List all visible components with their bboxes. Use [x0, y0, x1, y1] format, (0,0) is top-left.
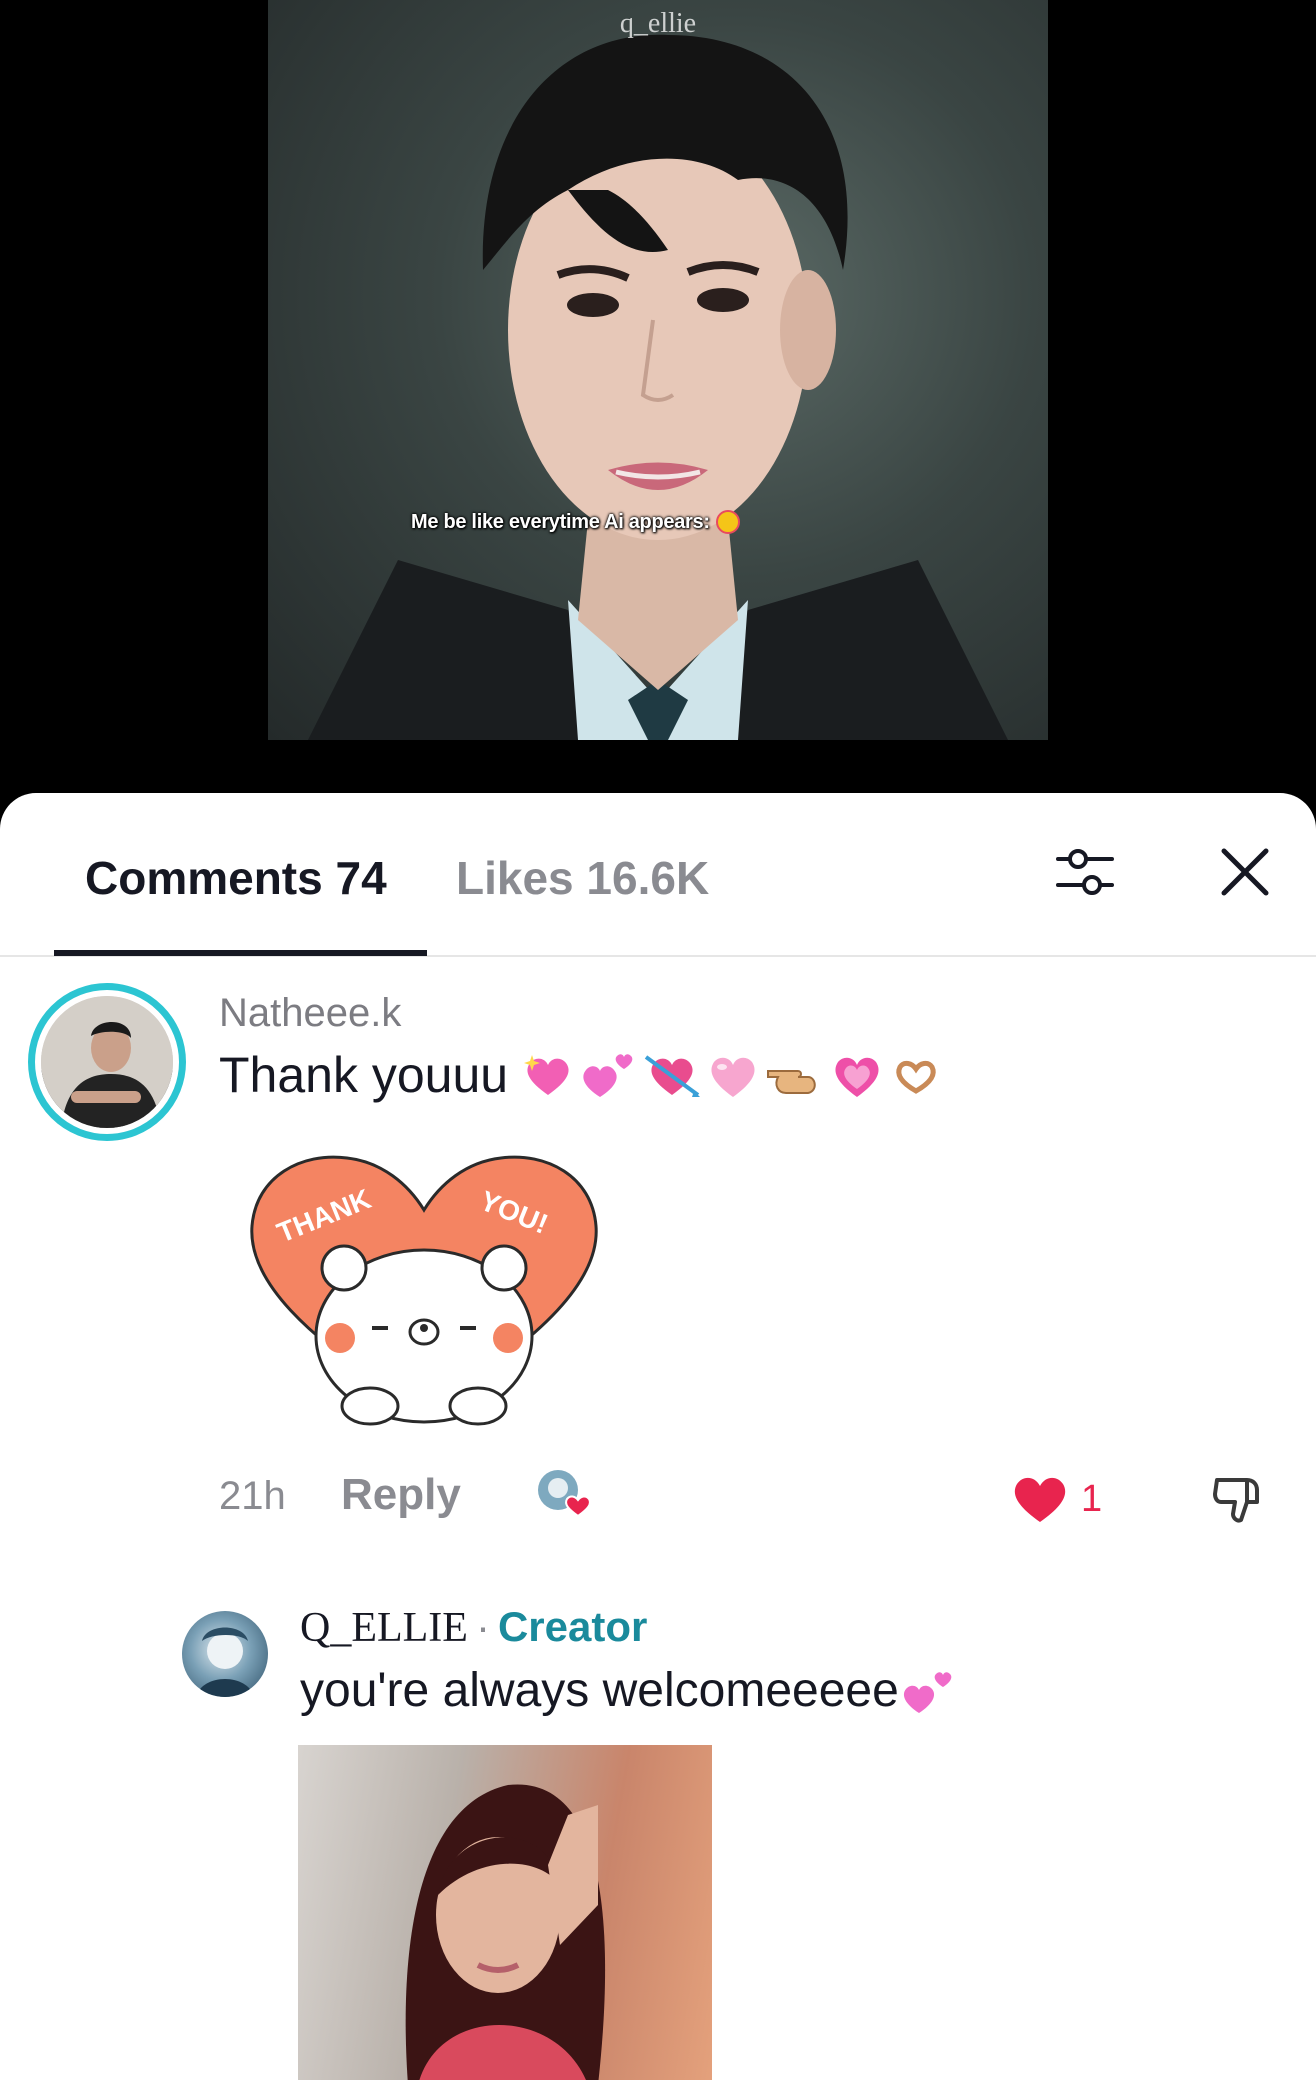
heart-with-arrow-emoji-icon [644, 1055, 701, 1097]
two-hearts-emoji-icon [903, 1671, 952, 1713]
liked-by-creator-badge [534, 1466, 596, 1522]
comment-meta-row: 21h Reply 1 [219, 1468, 1299, 1528]
reply-button[interactable]: Reply [341, 1470, 461, 1520]
comment-emoji-row [520, 1047, 944, 1103]
dislike-button[interactable] [1207, 1468, 1269, 1530]
video-caption: Me be like everytime Ai appears: [411, 510, 740, 534]
reply-attached-photo[interactable] [298, 1745, 712, 2080]
thank-you-sticker: THANK YOU! [242, 1148, 606, 1428]
heart-eyes-emoji-icon [715, 510, 740, 534]
tab-likes[interactable]: Likes 16.6K [456, 851, 709, 905]
comment-timestamp: 21h [219, 1474, 286, 1518]
comment-body: Thank youuu [219, 1046, 944, 1104]
pink-heart-emoji-icon [711, 1057, 755, 1097]
reply-separator: · [475, 1603, 490, 1650]
video-still-illustration [308, 34, 1008, 740]
tab-comments[interactable]: Comments 74 [85, 851, 387, 905]
creator-liked-icon [538, 1470, 591, 1518]
creator-badge: Creator [497, 1603, 648, 1650]
video-caption-text: Me be like everytime Ai appears: [411, 510, 710, 533]
bear-heart-sticker-illustration: THANK YOU! [250, 1155, 598, 1426]
comment-username[interactable]: Natheee.k [219, 991, 401, 1036]
reply-username[interactable]: Q_ELLIE [300, 1604, 468, 1652]
pointing-hand-emoji-icon [767, 1070, 816, 1094]
two-hearts-emoji-icon [583, 1054, 633, 1097]
close-icon [1221, 848, 1269, 896]
reply-header: Q_ELLIE · Creator [300, 1603, 647, 1652]
reply-avatar-illustration [196, 1627, 254, 1697]
growing-heart-emoji-icon [835, 1057, 879, 1097]
video-watermark: q_ellie [619, 8, 697, 39]
filter-button[interactable] [1050, 837, 1120, 907]
comments-tab-bar: Comments 74 Likes 16.6K [0, 793, 1316, 957]
like-count: 1 [1081, 1478, 1103, 1520]
comment-text: Thank youuu [219, 1047, 509, 1103]
heart-hands-emoji-icon [896, 1060, 936, 1094]
reply-body: you're always welcomeeeee [300, 1663, 957, 1718]
avatar-photo [41, 996, 173, 1128]
video-frame[interactable]: q_ellie Me be like everytime Ai appears: [268, 0, 1048, 740]
reply-avatar[interactable] [182, 1611, 268, 1697]
comments-sheet: Comments 74 Likes 16.6K Natheee.k Thank … [0, 793, 1316, 2080]
like-button[interactable] [1009, 1470, 1071, 1526]
sparkling-heart-emoji-icon [524, 1055, 569, 1095]
avatar[interactable] [28, 983, 186, 1141]
thumbs-down-icon [1213, 1478, 1259, 1523]
heart-icon [1014, 1477, 1066, 1522]
sliders-icon [1056, 849, 1114, 895]
active-tab-indicator [54, 950, 427, 956]
close-button[interactable] [1210, 837, 1280, 907]
reply-photo-illustration [405, 1784, 606, 2080]
reply-text: you're always welcomeeeee [300, 1664, 899, 1717]
video-player[interactable]: q_ellie Me be like everytime Ai appears: [0, 0, 1316, 800]
